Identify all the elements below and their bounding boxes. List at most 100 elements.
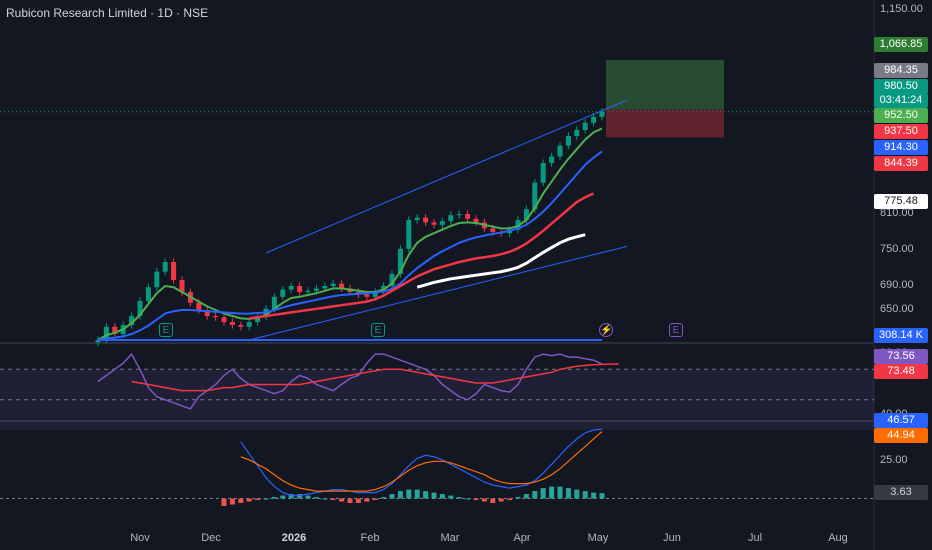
macd-histogram-bar: [406, 489, 412, 499]
earnings-future-marker: E: [669, 323, 683, 337]
candle-body: [305, 290, 311, 292]
macd-tag: 3.63: [874, 485, 928, 500]
macd-histogram-bar: [255, 498, 261, 501]
macd-histogram-bar: [355, 498, 361, 504]
candle-body: [565, 136, 571, 146]
price-axis-tick: 1,150.00: [880, 3, 923, 15]
channel-upper-line: [265, 99, 628, 254]
candle-body: [540, 163, 546, 183]
price-tag: 984.35: [874, 63, 928, 78]
price-tag: 980.50: [874, 79, 928, 94]
macd-histogram-bar: [381, 497, 387, 499]
macd-histogram-bar: [448, 495, 454, 499]
macd-histogram-bar: [549, 486, 555, 499]
macd-tag: 44.94: [874, 428, 928, 443]
macd-histogram-bar: [498, 498, 504, 502]
macd-histogram-bar: [591, 492, 597, 499]
macd-histogram-bar: [490, 498, 496, 504]
candle-body: [246, 322, 252, 327]
price-axis-tick: 690.00: [880, 279, 914, 291]
price-tag: 775.48: [874, 194, 928, 209]
candle-body: [154, 271, 160, 288]
price-axis-tick: 650.00: [880, 303, 914, 315]
price-tag: 914.30: [874, 140, 928, 155]
candle-body: [439, 221, 445, 225]
candle-body: [322, 286, 328, 289]
time-axis-label: Nov: [130, 532, 150, 544]
macd-tag: 46.57: [874, 413, 928, 428]
macd-histogram-bar: [574, 489, 580, 499]
candle-body: [473, 218, 479, 223]
macd-histogram-bar: [423, 491, 429, 499]
macd-histogram-bar: [364, 498, 370, 502]
candle-body: [330, 283, 336, 286]
rsi-tag: 73.56: [874, 349, 928, 364]
time-axis-label: Feb: [360, 532, 380, 544]
symbol-title[interactable]: Rubicon Research Limited · 1D · NSE: [6, 6, 208, 20]
candle-body: [313, 288, 319, 291]
macd-histogram-bar: [322, 498, 328, 500]
earnings-marker: E: [159, 323, 173, 337]
macd-histogram-bar: [372, 498, 378, 501]
macd-histogram-bar: [263, 498, 269, 500]
ema-fast-line: [97, 127, 603, 341]
candle-body: [213, 316, 219, 318]
dividend-marker: ⚡: [599, 323, 613, 337]
ema-mid-line: [97, 150, 603, 341]
candle-body: [549, 156, 555, 163]
time-axis-label: Dec: [201, 532, 221, 544]
macd-histogram-bar: [431, 492, 437, 499]
macd-histogram-bar: [339, 498, 345, 502]
time-axis-label: Apr: [513, 532, 531, 544]
candle-body: [229, 322, 235, 325]
candle-body: [414, 217, 420, 220]
macd-histogram-bar: [280, 495, 286, 499]
macd-histogram-bar: [507, 498, 513, 501]
macd-histogram-bar: [305, 495, 311, 499]
channel-lower-line: [249, 245, 628, 341]
price-tag: 308.14 K: [874, 328, 928, 343]
macd-histogram-bar: [473, 498, 479, 501]
price-tag: 03:41:24: [874, 93, 928, 108]
price-tag: 952.50: [874, 108, 928, 123]
candle-body: [582, 122, 588, 130]
time-axis-label: May: [587, 532, 609, 544]
macd-histogram-bar: [389, 494, 395, 499]
macd-histogram-bar: [347, 498, 353, 504]
macd-histogram-bar: [271, 497, 277, 499]
candle-body: [297, 286, 303, 292]
candle-body: [171, 262, 177, 280]
candle-body: [423, 217, 429, 223]
rsi-tag: 73.48: [874, 364, 928, 379]
chart-canvas[interactable]: [0, 0, 932, 550]
macd-histogram-bar: [540, 488, 546, 499]
macd-histogram-bar: [465, 498, 471, 500]
time-axis-label: 2026: [281, 532, 307, 544]
macd-histogram-bar: [582, 491, 588, 499]
candle-body: [448, 215, 454, 222]
chart-window: Rubicon Research Limited · 1D · NSE 1,15…: [0, 0, 932, 550]
macd-line: [240, 428, 603, 497]
macd-axis-tick: 25.00: [880, 454, 908, 467]
macd-histogram-bar: [246, 498, 252, 502]
macd-histogram-bar: [565, 488, 571, 499]
candle-body: [196, 302, 202, 310]
candle-body: [162, 262, 168, 272]
candle-body: [221, 317, 227, 322]
time-axis-label: Jul: [747, 532, 763, 544]
candle-body: [145, 287, 151, 301]
candle-body: [406, 220, 412, 249]
candle-body: [591, 116, 597, 123]
ema-long-line: [416, 233, 586, 289]
price-tag: 1,066.85: [874, 37, 928, 52]
macd-histogram-bar: [414, 489, 420, 499]
candle-body: [490, 228, 496, 232]
candle-body: [599, 111, 605, 117]
macd-histogram-bar: [557, 486, 563, 499]
price-tag: 937.50: [874, 124, 928, 139]
candle-body: [280, 289, 286, 297]
macd-histogram-bar: [238, 498, 244, 504]
signal-line: [240, 431, 603, 492]
candle-body: [557, 145, 563, 157]
stop-zone: [606, 109, 724, 138]
